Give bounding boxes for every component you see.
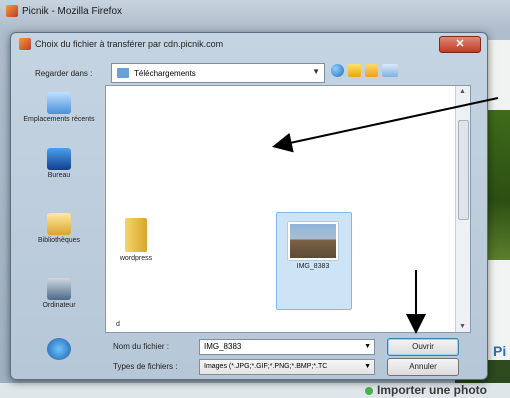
annotation-overlay [272,97,499,334]
annotation-arrow-selected-file [272,97,499,153]
